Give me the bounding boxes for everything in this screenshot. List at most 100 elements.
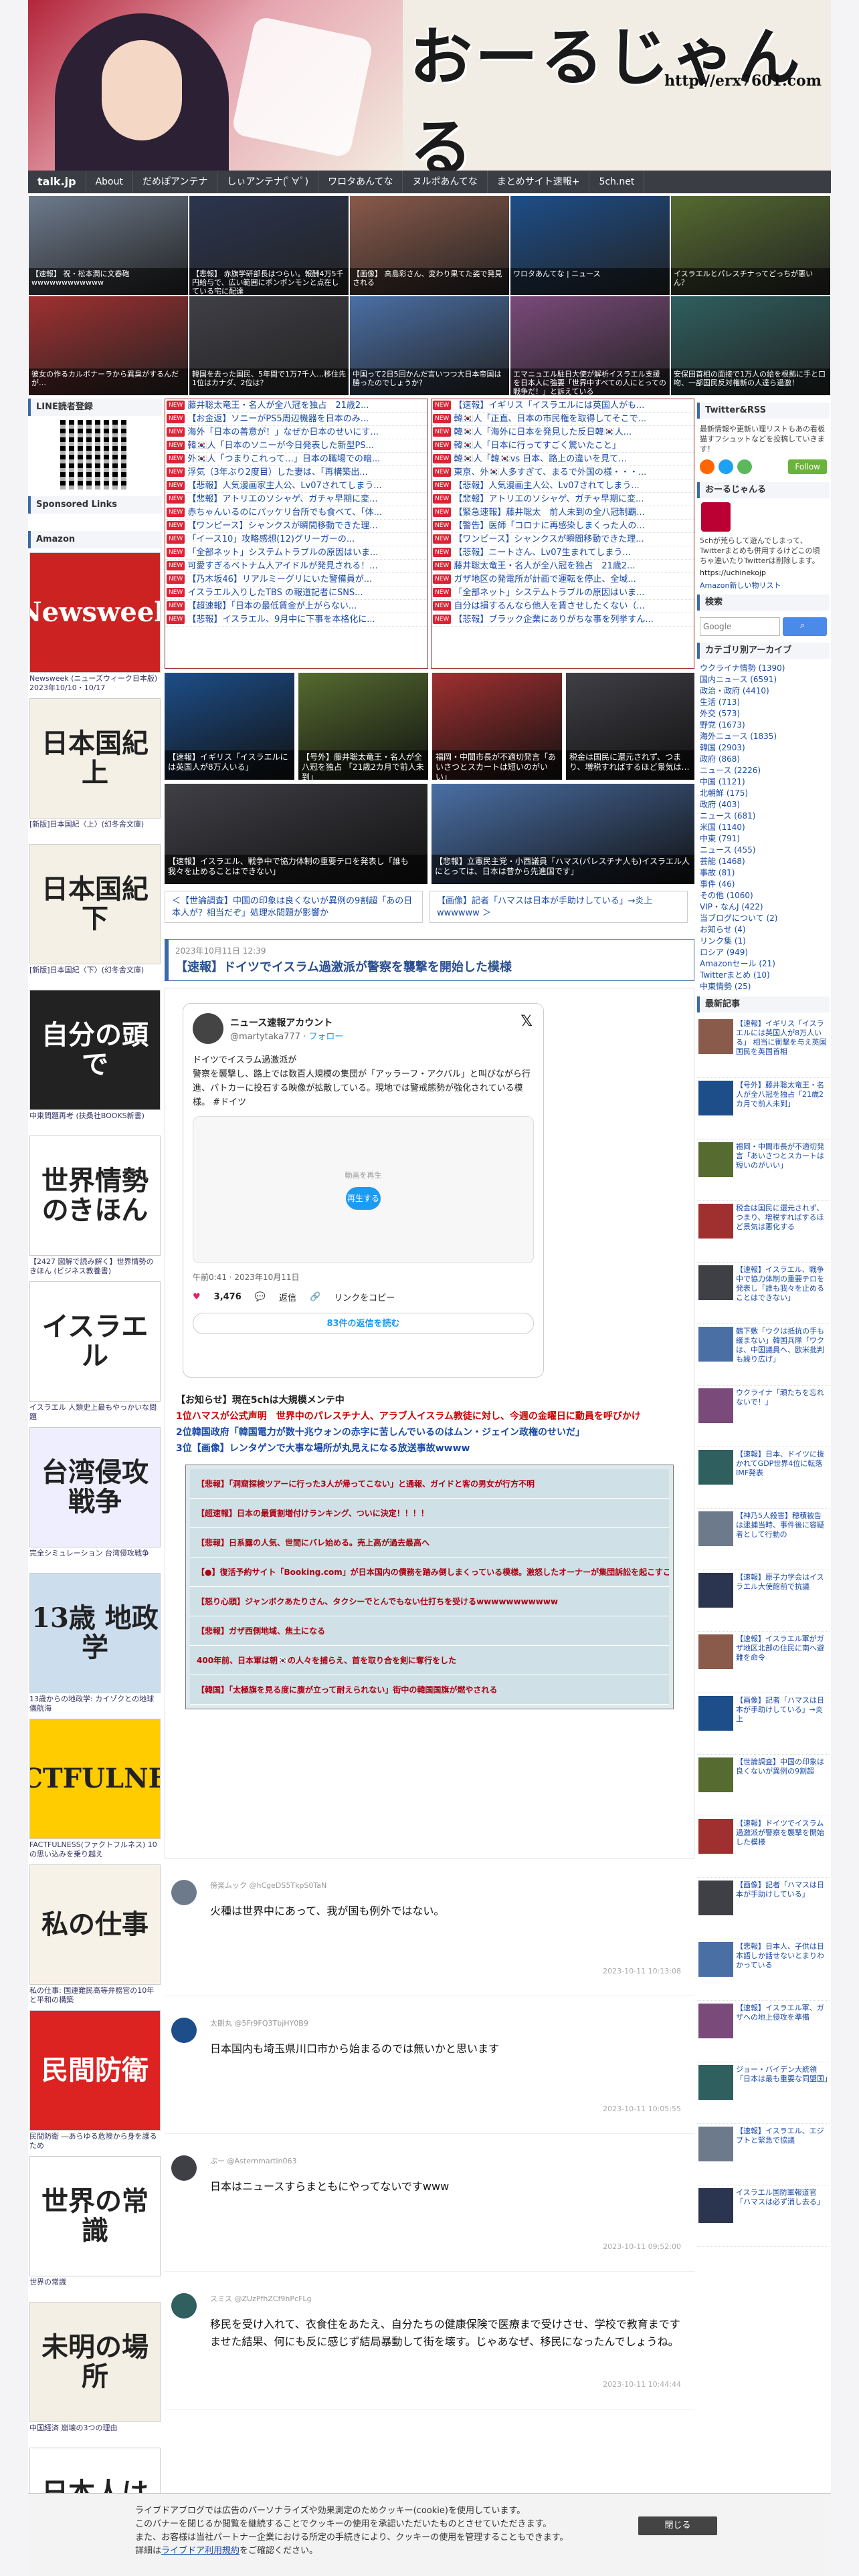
recent-article[interactable]: 税金は国民に還元されず、つまり、増税すればするほど景気は悪化する: [697, 1201, 830, 1263]
related-link[interactable]: 【悲報】日系露の人気、世間にバレ始める。売上高が過去最高へ: [190, 1528, 669, 1558]
category-link[interactable]: 北朝鮮 (175): [697, 788, 830, 799]
ranking-item[interactable]: NEW 韓🇰🇷人「日本に行ってすごく驚いたこと」: [432, 439, 694, 453]
book-title[interactable]: FACTFULNESS(ファクトフルネス) 10の思い込みを乗り越え: [29, 1840, 161, 1859]
related-link[interactable]: 【怒り心頭】ジャンボクあたりさん、タクシーでとんでもない仕打ちを受けるwwwww…: [190, 1587, 669, 1616]
related-link[interactable]: 【超速報】日本の最賃割増付けランキング、ついに決定！！！！: [190, 1499, 669, 1528]
ranking-item-1[interactable]: 1位ハマスが公式声明 世界中のパレスチナ人、アラブ人イスラム教徒に対し、今週の金…: [176, 1408, 683, 1424]
recent-article[interactable]: ウクライナ「頑たちを忘れないで！」: [697, 1386, 830, 1447]
line-qr-code[interactable]: [60, 420, 130, 490]
book-cover[interactable]: 未明の場所: [29, 2302, 161, 2422]
amazon-book-item[interactable]: 日本国紀 下 [新版]日本国紀〈下〉(幻冬舎文庫): [29, 844, 161, 984]
ranking-item-text[interactable]: 外🇰🇷人「つまりこれって…」日本の職場での暗...: [187, 454, 380, 464]
recent-article-title[interactable]: 鶴下敷「ウクは抵抗の手も緩まない」韓国兵隊「ワクは、中国議員へ、欧米批判も繰り広…: [736, 1327, 828, 1382]
category-link[interactable]: 生活 (713): [697, 697, 830, 708]
book-cover[interactable]: 日本国紀 下: [29, 844, 161, 964]
book-cover[interactable]: 日本国紀 上: [29, 698, 161, 819]
prev-article-link[interactable]: ＜【世論調査】中国の印象は良くないが異例の9割超「あの日本人が？相当だぞ」処理水…: [165, 891, 423, 923]
amazon-book-item[interactable]: 民間防衛 民間防衛 ―あらゆる危険から身を護るため: [29, 2010, 161, 2151]
category-link[interactable]: 事件 (46): [697, 879, 830, 890]
book-title[interactable]: [新版]日本国紀〈上〉(幻冬舎文庫): [29, 820, 161, 839]
book-title[interactable]: 中東問題再考 (扶桑社BOOKS新書): [29, 1111, 161, 1130]
book-cover[interactable]: 民間防衛: [29, 2010, 161, 2131]
ranking-item-text[interactable]: 【悲報】アトリエのソシャゲ、ガチャ早期に変...: [187, 494, 377, 504]
tweet-reply-label[interactable]: 返信: [279, 1291, 296, 1303]
amazon-book-item[interactable]: イスラエル イスラエル 人類史上最もやっかいな問題: [29, 1281, 161, 1422]
recent-article[interactable]: 【速報】イスラエル軍、ガザへの地上侵攻を準備: [697, 2001, 830, 2062]
ranking-item-text[interactable]: 韓🇰🇷人「正直、日本の市民権を取得してそこで...: [454, 414, 646, 424]
category-link[interactable]: お知らせ (4): [697, 924, 830, 936]
category-link[interactable]: ウクライナ情勢 (1390): [697, 663, 830, 674]
recent-article-title[interactable]: 【速報】日本、ドイツに抜かれてGDP世界4位に転落 IMF発表: [736, 1450, 828, 1505]
recent-article-title[interactable]: 福岡・中間市長が不適切発言「あいさつとスカートは短いのがいい」: [736, 1142, 828, 1198]
recent-article-title[interactable]: 【神乃5人殺害】穂積被告は逮捕当時、事件後に容疑者として行動の: [736, 1511, 828, 1567]
about-link[interactable]: https://uchinekojp: [697, 566, 830, 580]
category-link[interactable]: VIP・なんJ (422): [697, 901, 830, 913]
nav-item-2[interactable]: だめぽアンテナ: [133, 171, 218, 193]
related-link[interactable]: 【●】復活予約サイト「Booking.com」が日本国内の債務を踏み倒しまくって…: [190, 1558, 669, 1587]
ranking-item[interactable]: NEW 【乃木坂46】リアルミーグリにいた警備員が...: [165, 573, 427, 586]
antenna-thumbnail[interactable]: 韓国を去った国民、5年間で1万7千人…移住先1位はカナダ、2位は？: [189, 296, 349, 396]
search-button[interactable]: ⌕: [783, 617, 827, 636]
related-link[interactable]: 【悲報】「洞窟探検ツアーに行った3人が帰ってこない」と通報、ガイドと客の男女が行…: [190, 1469, 669, 1499]
featured-item[interactable]: 【速報】イギリス「イスラエルには英国人が8万人いる」: [165, 673, 294, 780]
ranking-item-text[interactable]: 自分は損するんなら他人を賃させしたくない（...: [454, 601, 644, 611]
ranking-item-text[interactable]: 【緊急速報】藤井聡太 前人未到の全八冠制覇...: [454, 508, 644, 518]
ranking-item[interactable]: NEW 外🇰🇷人「つまりこれって…」日本の職場での暗...: [165, 453, 427, 466]
amazon-book-item[interactable]: 台湾侵攻戦争 完全シミュレーション 台湾侵攻戦争: [29, 1427, 161, 1568]
ranking-item[interactable]: NEW 自分は損するんなら他人を賃させしたくない（...: [432, 600, 694, 613]
nav-item-1[interactable]: About: [86, 171, 133, 193]
category-link[interactable]: ニュース (455): [697, 845, 830, 856]
ranking-item-text[interactable]: 【悲報】人気漫画家主人公、Lv07されてしまう...: [187, 481, 382, 491]
ranking-item[interactable]: NEW 【悲報】人気漫画主人公、Lv07されてしまう...: [432, 479, 694, 493]
nav-item-6[interactable]: まとめサイト速報+: [488, 171, 590, 193]
recent-article-title[interactable]: 【速報】原子力学会はイスラエル大使館前で抗議: [736, 1573, 828, 1628]
recent-article-title[interactable]: 税金は国民に還元されず、つまり、増税すればするほど景気は悪化する: [736, 1204, 828, 1259]
book-title[interactable]: 中国経済 崩壊の3つの理由: [29, 2424, 161, 2442]
amazon-book-item[interactable]: 世界情勢のきほん 【2427 図解で読み解く】世界情勢のきほん (ビジネス教養書): [29, 1136, 161, 1276]
book-title[interactable]: イスラエル 人類史上最もやっかいな問題: [29, 1403, 161, 1422]
ranking-item-text[interactable]: 「全部ネット」システムトラブルの原因はいま...: [187, 548, 378, 558]
ranking-item[interactable]: NEW 【お金返】ソニーがPS5周辺機器を日本のみ...: [165, 413, 427, 426]
nav-item-4[interactable]: ワロタあんてな: [318, 171, 403, 193]
recent-article-title[interactable]: 【悲報】日本人、子供は日本語しか話せないとまりわかっている: [736, 1942, 828, 1998]
book-cover[interactable]: 世界情勢のきほん: [29, 1136, 161, 1256]
ranking-item[interactable]: NEW 「全部ネット」システムトラブルの原因はいま...: [432, 586, 694, 600]
featured-item[interactable]: 【号外】藤井聡太竜王・名人が全八冠を独占 「21歳2カ月で前人未到」: [298, 673, 428, 780]
ranking-item-text[interactable]: 「イース10」攻略感想(12)グリーガーの...: [187, 534, 355, 544]
ranking-item[interactable]: NEW 藤井聡太竜王・名人が全八冠を独占 21歳2...: [432, 560, 694, 573]
tweet-follow-link[interactable]: フォロー: [308, 1032, 343, 1042]
commenter-name[interactable]: スミス @ZUzPfhZCf9hPcFLg: [210, 2293, 688, 2304]
ranking-item[interactable]: NEW 【悲報】アトリエのソシャゲ、ガチャ早期に変...: [165, 493, 427, 506]
ranking-item[interactable]: NEW 「全部ネット」システムトラブルの原因はいま...: [165, 546, 427, 560]
recent-article[interactable]: 【世論調査】中国の印象は良くないが異例の9割超: [697, 1755, 830, 1816]
amazon-book-item[interactable]: 日本国紀 上 [新版]日本国紀〈上〉(幻冬舎文庫): [29, 698, 161, 839]
ranking-item-text[interactable]: 【乃木坂46】リアルミーグリにいた警備員が...: [187, 574, 372, 584]
ranking-item-text[interactable]: 藤井聡太竜王・名人が全八冠を独占 21歳2...: [454, 561, 635, 571]
recent-article-title[interactable]: 【速報】イギリス「イスラエルには英国人が8万人いる」 相当に衝撃を与え英国国民を…: [736, 1019, 828, 1075]
related-link[interactable]: 400年前、日本軍は朝🇰🇷の人々を捕らえ、首を取り合を剣に奪行をした: [190, 1646, 669, 1675]
terms-link[interactable]: ライブドア利用規約: [161, 2546, 240, 2556]
related-link[interactable]: 【悲報】ガザ西側地域、焦土になる: [190, 1616, 669, 1646]
recent-article-title[interactable]: 【速報】イスラエル軍がガザ地区北部の住民に南へ避難を命令: [736, 1634, 828, 1690]
heart-icon[interactable]: ♥: [193, 1292, 201, 1302]
ranking-item-text[interactable]: 可愛すぎるベトナム人アイドルが発見される！...: [187, 561, 377, 571]
category-link[interactable]: その他 (1060): [697, 890, 830, 901]
book-cover[interactable]: 私の仕事: [29, 1864, 161, 1985]
book-cover[interactable]: 自分の頭で: [29, 990, 161, 1110]
book-cover[interactable]: 台湾侵攻戦争: [29, 1427, 161, 1547]
nav-item-5[interactable]: ヌルポあんてな: [403, 171, 488, 193]
recent-article-title[interactable]: 【速報】ドイツでイスラム過激派が警察を襲撃を開始した模様: [736, 1819, 828, 1874]
amazon-book-item[interactable]: 私の仕事 私の仕事: 国連難民高等弁務官の10年と平和の構築: [29, 1864, 161, 2005]
amazon-book-item[interactable]: 13歳 地政学 13歳からの地政学: カイゾクとの地球儀航海: [29, 1573, 161, 1713]
recent-article-title[interactable]: イスラエル国防軍報道官「ハマスは必ず消し去る」: [736, 2188, 828, 2244]
book-title[interactable]: 13歳からの地政学: カイゾクとの地球儀航海: [29, 1695, 161, 1713]
related-link[interactable]: 【韓国】「太極旗を見る度に腹が立って耐えられない」街中の韓国国旗が燃やされる: [190, 1675, 669, 1705]
antenna-thumbnail[interactable]: 中国って2日5回かんだ言いつつ大日本帝国は勝ったのでしょうか？: [349, 296, 510, 396]
ranking-item-text[interactable]: 韓🇰🇷人「海外に日本を発見した反日韓🇰🇷人...: [454, 427, 632, 437]
category-link[interactable]: リンク集 (1): [697, 936, 830, 947]
ranking-item-3[interactable]: 3位【画像】レンタゲンで大事な場所が丸見えになる放送事故wwww: [176, 1440, 683, 1457]
category-link[interactable]: 政府 (403): [697, 799, 830, 811]
amazon-book-item[interactable]: NewsweekNewsweek (ニューズウィーク日本版) 2023年10/1…: [29, 552, 161, 693]
nav-item-3[interactable]: しぃアンテナ(ﾟ∀ﾟ): [217, 171, 319, 193]
recent-article-title[interactable]: ウクライナ「頑たちを忘れないで！」: [736, 1388, 828, 1444]
